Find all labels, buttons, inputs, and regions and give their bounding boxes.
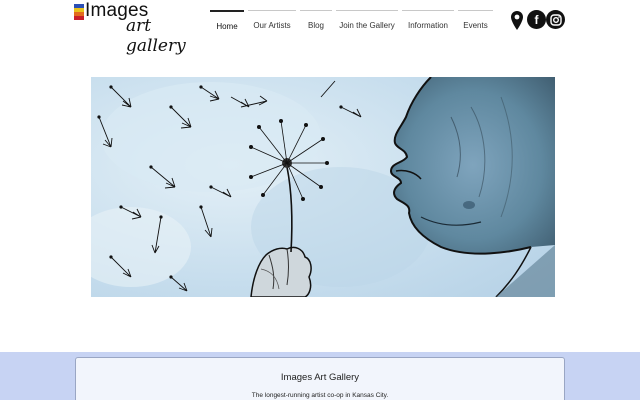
nav-item-label: Our Artists (253, 21, 291, 30)
instagram-icon[interactable] (546, 10, 565, 29)
nav-item-blog[interactable]: Blog (300, 10, 332, 36)
facebook-glyph: f (534, 12, 539, 27)
hero-image (91, 77, 555, 297)
site-logo[interactable]: Images art gallery (74, 0, 198, 56)
about-subtitle: The longest-running artist co-op in Kans… (251, 392, 389, 399)
nav-item-events[interactable]: Events (458, 10, 493, 36)
nav-item-label: Events (463, 21, 488, 30)
nav-item-join-the-gallery[interactable]: Join the Gallery (336, 10, 398, 36)
nav-item-label: Information (407, 21, 449, 30)
location-pin-icon[interactable] (509, 10, 525, 30)
facebook-icon[interactable]: f (527, 10, 546, 29)
nav-item-label: Home (216, 21, 238, 31)
nav-item-label: Blog (307, 21, 324, 30)
about-card: Images Art Gallery The longest-running a… (75, 357, 565, 400)
nav-item-our-artists[interactable]: Our Artists (248, 10, 296, 36)
logo-text-art-gallery: art gallery (126, 16, 186, 56)
about-title: Images Art Gallery (280, 372, 360, 383)
nav-item-home[interactable]: Home (210, 10, 244, 36)
nav-item-information[interactable]: Information (402, 10, 454, 36)
main-nav: Home Our Artists Blog Join the Gallery I… (210, 10, 493, 36)
dandelion-watercolor-illustration (91, 77, 555, 297)
logo-stripes-icon (74, 4, 84, 20)
nav-item-label: Join the Gallery (339, 21, 395, 30)
